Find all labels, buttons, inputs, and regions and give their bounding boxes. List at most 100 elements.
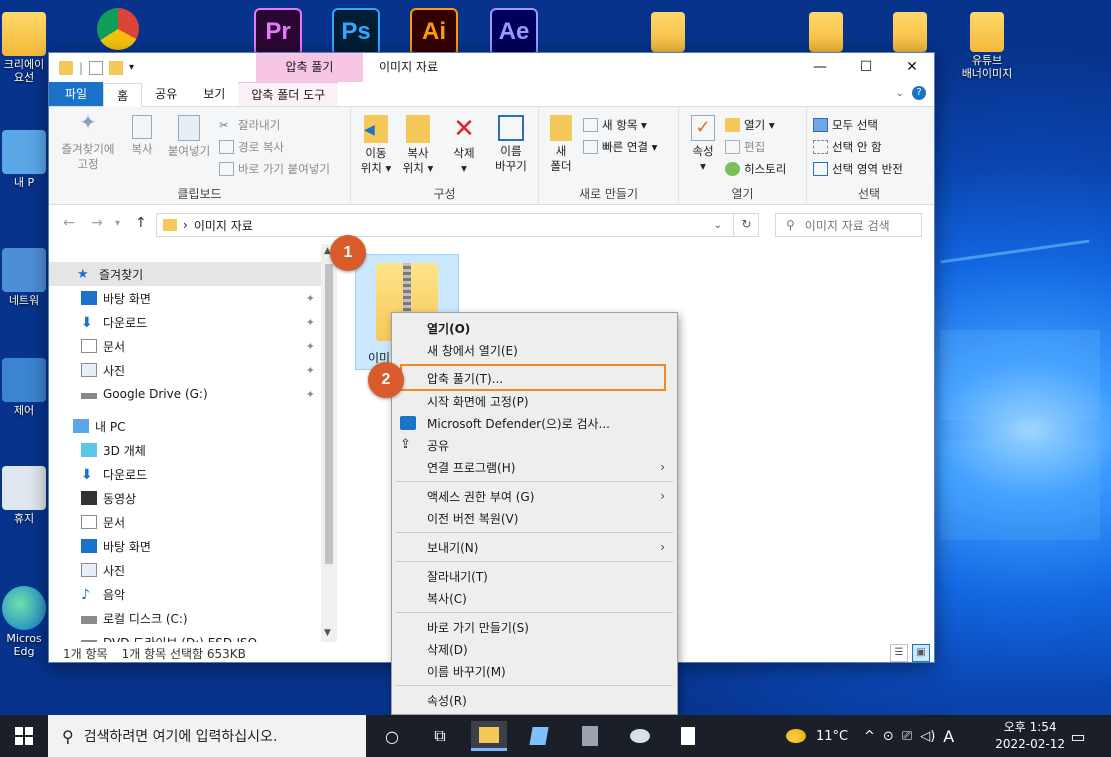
menu-item-send-to[interactable]: 보내기(N) › [392,536,677,558]
premiere-icon[interactable]: Pr [254,8,302,56]
task-view-icon[interactable]: ⧉ [422,721,458,751]
address-bar[interactable]: › 이미지 자료 ⌄ [156,213,759,237]
notepad-icon[interactable] [521,721,557,751]
desktop-folder[interactable] [882,12,938,54]
new-folder-button[interactable]: 새 폴더 [545,115,577,174]
menu-item-rename[interactable]: 이름 바꾸기(M) [392,660,677,682]
collapse-ribbon-icon[interactable]: ⌄ [896,88,904,99]
nav-item-documents[interactable]: 문서 ✦ [49,334,321,358]
menu-item-create-shortcut[interactable]: 바로 가기 만들기(S) [392,616,677,638]
up-button[interactable]: ↑ [135,215,147,231]
paste-button[interactable]: 붙여넣기 [163,115,215,159]
illustrator-icon[interactable]: Ai [410,8,458,56]
pin-to-quick-access-button[interactable]: ✦ 즐겨찾기에 고정 [55,112,121,172]
select-all-button[interactable]: 모두 선택 [813,117,878,133]
menu-item-give-access[interactable]: 액세스 권한 부여 (G) › [392,485,677,507]
history-button[interactable]: 히스토리 [725,161,786,177]
properties-button[interactable]: ✓ 속성 ▾ [685,115,721,174]
file-explorer-taskbar-icon[interactable] [471,721,507,751]
tray-chevron-icon[interactable]: ^ [864,729,875,744]
tab-file[interactable]: 파일 [49,82,104,106]
close-button[interactable]: ✕ [889,53,935,82]
help-icon[interactable]: ? [912,86,926,100]
after-effects-icon[interactable]: Ae [490,8,538,56]
nav-item-pc-pictures[interactable]: 사진 [49,558,321,582]
customize-toolbar-icon[interactable]: ▾ [129,62,134,73]
taskbar-search-input[interactable]: ⚲ 검색하려면 여기에 입력하십시오. [48,715,366,757]
nav-quick-access[interactable]: ★ 즐겨찾기 [49,262,321,286]
weather-widget[interactable]: 11°C [786,715,848,757]
menu-item-open-with[interactable]: 연결 프로그램(H) › [392,456,677,478]
menu-item-copy[interactable]: 복사(C) [392,587,677,609]
pin-icon[interactable]: ✦ [306,292,315,305]
document-taskbar-icon[interactable] [670,721,706,751]
desktop-icon-chrome[interactable] [86,8,150,52]
nav-item-music[interactable]: ♪ 음악 [49,582,321,606]
refresh-button[interactable]: ↻ [733,213,759,237]
meet-now-icon[interactable]: ⊙ [883,729,894,744]
address-dropdown-icon[interactable]: ⌄ [714,220,722,231]
nav-item-3d-objects[interactable]: 3D 개체 [49,438,321,462]
desktop-icon-youtube-banner[interactable]: 유튜브 배너이미지 [950,12,1024,80]
menu-item-defender-scan[interactable]: Microsoft Defender(으)로 검사... [392,412,677,434]
pin-icon[interactable]: ✦ [306,364,315,377]
scrollbar-thumb[interactable] [325,264,333,564]
back-button[interactable]: ← [63,215,75,231]
desktop-folder[interactable] [640,12,696,54]
maximize-button[interactable]: ☐ [843,53,889,82]
menu-item-restore-versions[interactable]: 이전 버전 복원(V) [392,507,677,529]
nav-item-google-drive[interactable]: Google Drive (G:) ✦ [49,382,321,406]
minimize-button[interactable]: — [797,53,843,82]
easy-access-button[interactable]: 빠른 연결 ▾ [583,139,657,155]
nav-item-pc-documents[interactable]: 문서 [49,510,321,534]
start-button[interactable] [0,715,48,757]
new-folder-icon[interactable] [109,60,124,75]
desktop-icon-network[interactable]: 네트워 [0,248,48,307]
open-button[interactable]: 열기 ▾ [725,117,775,133]
menu-item-properties[interactable]: 속성(R) [392,689,677,711]
cut-button[interactable]: ✂ 잘라내기 [219,117,280,133]
nav-item-pc-desktop[interactable]: 바탕 화면 [49,534,321,558]
calculator-icon[interactable] [572,721,608,751]
nav-item-pictures[interactable]: 사진 ✦ [49,358,321,382]
copy-path-button[interactable]: 경로 복사 [219,139,284,155]
paint-icon[interactable] [622,721,658,751]
tab-view[interactable]: 보기 [190,82,238,106]
nav-item-dvd-drive[interactable]: DVD 드라이브 (D:) ESD-ISO [49,630,321,642]
photoshop-icon[interactable]: Ps [332,8,380,56]
desktop-icon-control-panel[interactable]: 제어 [0,358,48,417]
details-view-icon[interactable]: ☰ [890,644,908,662]
properties-icon[interactable] [89,60,104,75]
volume-icon[interactable]: ◁) [920,729,935,744]
network-icon[interactable]: ⎚ [902,729,912,744]
menu-item-delete[interactable]: 삭제(D) [392,638,677,660]
desktop-icon-this-pc[interactable]: 내 P [0,130,48,189]
delete-button[interactable]: ✕ 삭제 ▾ [445,115,483,176]
scroll-down-icon[interactable]: ▼ [324,628,331,638]
cortana-icon[interactable]: ○ [374,721,410,751]
pin-icon[interactable]: ✦ [306,388,315,401]
nav-this-pc[interactable]: 내 PC [49,414,321,438]
rename-button[interactable]: 이름 바꾸기 [489,115,533,174]
menu-item-cut[interactable]: 잘라내기(T) [392,565,677,587]
desktop-icon-creative[interactable]: 크리에이 요선 [0,12,48,84]
nav-item-pc-downloads[interactable]: ⬇ 다운로드 [49,462,321,486]
nav-item-videos[interactable]: 동영상 [49,486,321,510]
search-input[interactable]: ⚲ 이미지 자료 검색 [775,213,922,237]
desktop-icon-edge[interactable]: Micros Edg [0,586,48,658]
copy-button[interactable]: 복사 [125,115,159,157]
breadcrumb[interactable]: 이미지 자료 [194,217,253,234]
invert-selection-button[interactable]: 선택 영역 반전 [813,161,903,177]
menu-item-share[interactable]: ⇪ 공유 [392,434,677,456]
new-item-button[interactable]: 새 항목 ▾ [583,117,647,133]
ime-indicator[interactable]: A [943,727,954,746]
clock[interactable]: 오후 1:54 2022-02-12 [995,719,1065,753]
pin-icon[interactable]: ✦ [306,340,315,353]
menu-item-open[interactable]: 열기(O) [392,317,677,339]
forward-button[interactable]: → [91,215,103,231]
large-icons-view-icon[interactable]: ▣ [912,644,930,662]
menu-item-pin-to-start[interactable]: 시작 화면에 고정(P) [392,390,677,412]
recent-locations-icon[interactable]: ▾ [115,218,120,229]
desktop-icon-recycle-bin[interactable]: 휴지 [0,466,48,525]
copy-to-button[interactable]: 복사 위치 ▾ [399,115,437,176]
